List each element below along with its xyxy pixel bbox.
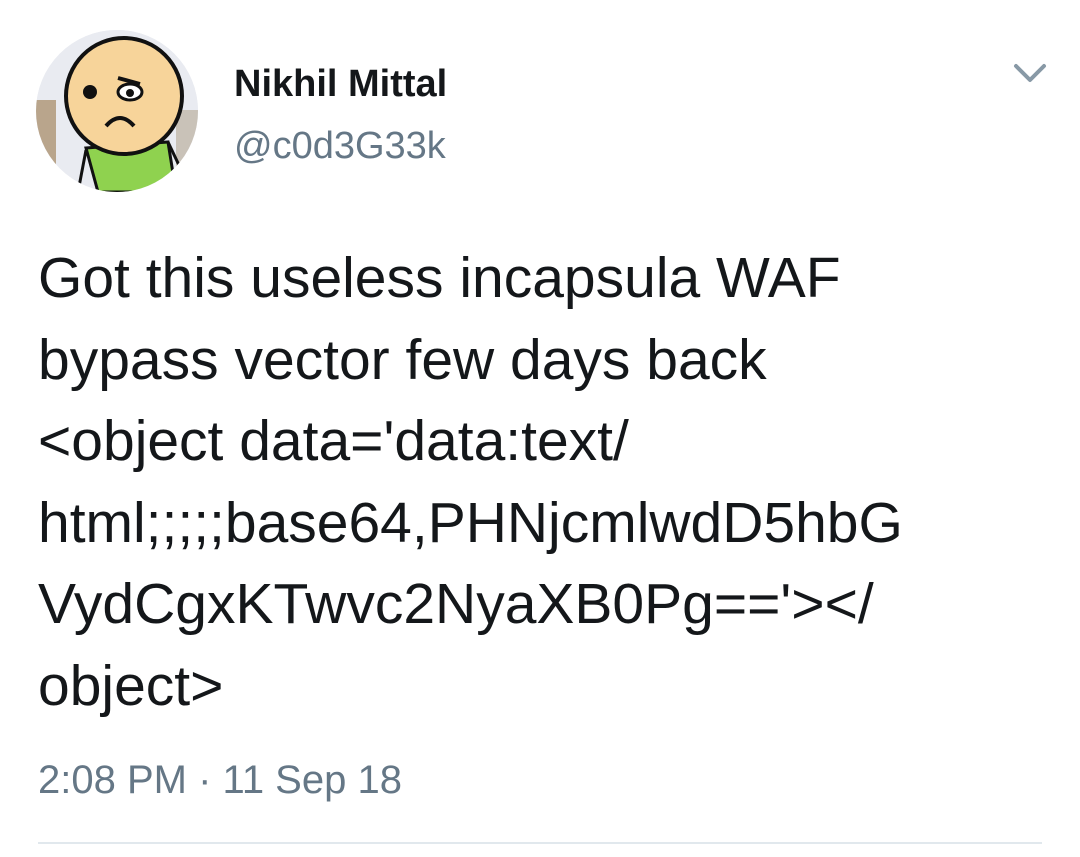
avatar-cartoon-image	[36, 30, 198, 192]
author-name[interactable]: Nikhil Mittal	[234, 62, 447, 106]
timestamp-separator: ·	[198, 758, 212, 802]
chevron-down-icon[interactable]	[1010, 58, 1050, 88]
tweet: Nikhil Mittal @c0d3G33k Got this useless…	[0, 0, 1080, 857]
tweet-text: Got this useless incapsula WAF bypass ve…	[38, 246, 903, 718]
avatar[interactable]	[36, 30, 198, 192]
tweet-time: 2:08 PM	[38, 758, 187, 802]
tweet-timestamp[interactable]: 2:08 PM · 11 Sep 18	[38, 752, 402, 808]
tweet-date: 11 Sep 18	[222, 758, 402, 802]
author-handle[interactable]: @c0d3G33k	[234, 124, 446, 168]
divider	[38, 842, 1042, 844]
